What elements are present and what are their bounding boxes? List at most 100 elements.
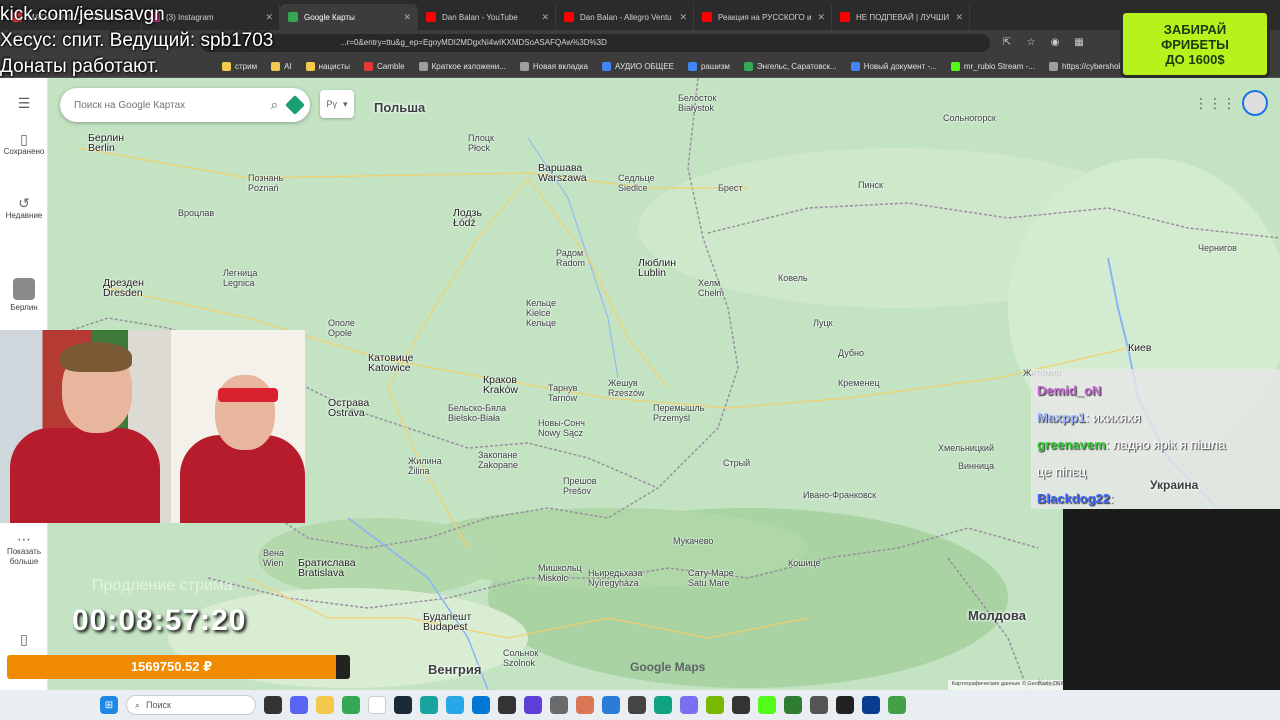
city-label[interactable]: Сольнок Szolnok (503, 648, 538, 668)
bookmark-item[interactable]: нацисты (305, 62, 350, 71)
bookmark-item[interactable]: Camble (364, 62, 405, 71)
language-dropdown[interactable]: Рү ▾ (320, 90, 354, 118)
city-label[interactable]: Легница Legnica (223, 268, 257, 288)
more-button[interactable]: ⋯ Показать больше (0, 532, 48, 567)
windows-start-icon[interactable]: ⊞ (100, 696, 118, 714)
city-label[interactable]: Луцк (813, 318, 833, 328)
app-icon[interactable] (628, 696, 646, 714)
notepad-icon[interactable] (368, 696, 386, 714)
app-icon[interactable] (862, 696, 880, 714)
city-label[interactable]: Острава Ostrava (328, 398, 369, 419)
close-icon[interactable]: ✕ (955, 12, 963, 23)
city-label[interactable]: Ополе Opole (328, 318, 355, 338)
city-label[interactable]: Ковель (778, 273, 808, 283)
city-label[interactable]: Кошице (788, 558, 821, 568)
folder-icon[interactable] (316, 696, 334, 714)
close-icon[interactable]: ✕ (403, 12, 411, 23)
mobile-button[interactable]: ▯ (0, 632, 48, 647)
city-label[interactable]: Бельско-Бяла Bielsko-Biała (448, 403, 506, 423)
city-label[interactable]: Тарнув Tarnów (548, 383, 577, 403)
account-avatar[interactable] (1242, 90, 1268, 116)
steam-icon[interactable] (394, 696, 412, 714)
terminal-icon[interactable] (498, 696, 516, 714)
close-icon[interactable]: ✕ (817, 12, 825, 23)
city-label[interactable]: Новы-Сонч Nowy Sącz (538, 418, 585, 438)
city-label[interactable]: Белосток Białystok (678, 93, 716, 113)
install-icon[interactable]: ⇱ (1000, 36, 1014, 50)
city-label[interactable]: Братислава Bratislava (298, 558, 356, 579)
city-label[interactable]: Перемышль Przemyśl (653, 403, 704, 423)
obs-icon[interactable] (732, 696, 750, 714)
city-label[interactable]: Ньиредьхаза Nyíregyháza (588, 568, 642, 588)
recent-berlin-button[interactable]: Берлин (0, 278, 48, 313)
app-icon[interactable] (810, 696, 828, 714)
city-label[interactable]: Кельце (526, 318, 556, 328)
city-label[interactable]: Будапешт Budapest (423, 612, 471, 633)
city-label[interactable]: Сольногорск (943, 113, 996, 123)
city-label[interactable]: Радом Radom (556, 248, 585, 268)
city-label[interactable]: Киев (1128, 343, 1151, 354)
city-label[interactable]: Мукачево (673, 536, 713, 546)
app-icon[interactable] (888, 696, 906, 714)
directions-icon[interactable] (285, 95, 305, 115)
browser-tab[interactable]: Реакция на РУССКОГО и ✕ (694, 4, 832, 30)
city-label[interactable]: Хелм Chełm (698, 278, 724, 298)
city-label[interactable]: Хмельницкий (938, 443, 994, 453)
bookmark-item[interactable]: Новая вкладка (519, 62, 588, 71)
puzzle-icon[interactable]: ▦ (1072, 36, 1086, 50)
chrome-icon[interactable] (342, 696, 360, 714)
bookmark-item[interactable]: Энгельс, Саратовск... (743, 62, 837, 71)
city-label[interactable]: Сату-Маре Satu Mare (688, 568, 734, 588)
app-icon[interactable] (784, 696, 802, 714)
city-label[interactable]: Чернигов (1198, 243, 1237, 253)
menu-button[interactable]: ☰ (0, 96, 48, 111)
taskbar-search[interactable]: ⌕ Поиск (126, 695, 256, 715)
bookmark-item[interactable]: рашизм (687, 62, 730, 71)
city-label[interactable]: Жешув Rzeszów (608, 378, 645, 398)
city-label[interactable]: Берлин Berlin (88, 133, 124, 154)
app-icon[interactable] (836, 696, 854, 714)
kick-icon[interactable] (758, 696, 776, 714)
bookmark-item[interactable]: Краткое изложени... (418, 62, 506, 71)
app-icon[interactable] (472, 696, 490, 714)
city-label[interactable]: Кельце Kielce (526, 298, 556, 318)
city-label[interactable]: Краков Kraków (483, 375, 518, 396)
recent-button[interactable]: ↺ Недавние (0, 196, 48, 221)
city-label[interactable]: Катовице Katowice (368, 353, 413, 374)
task-view-icon[interactable] (264, 696, 282, 714)
bookmark-item[interactable]: Новый документ -... (850, 62, 937, 71)
city-label[interactable]: Варшава Warszawa (538, 163, 587, 184)
apps-grid-icon[interactable]: ⋮⋮⋮ (1194, 95, 1236, 112)
bookmark-item[interactable]: mr_rubio Stream -... (950, 62, 1035, 71)
discord-icon[interactable] (290, 696, 308, 714)
city-label[interactable]: Познань Poznań (248, 173, 283, 193)
openai-icon[interactable] (654, 696, 672, 714)
close-icon[interactable]: ✕ (679, 12, 687, 23)
app-icon[interactable] (602, 696, 620, 714)
url-field[interactable]: ...r=0&entry=ttu&g_ep=EgoyMDI2MDgxNi4wIK… (200, 34, 990, 52)
promo-banner[interactable]: ЗАБИРАЙ ФРИБЕТЫ ДО 1600$ (1120, 10, 1270, 78)
edge-icon[interactable] (420, 696, 438, 714)
city-label[interactable]: Брест (718, 183, 743, 193)
claude-icon[interactable] (576, 696, 594, 714)
app-icon[interactable] (524, 696, 542, 714)
city-label[interactable]: Люблин Lublin (638, 258, 676, 279)
telegram-icon[interactable] (446, 696, 464, 714)
city-label[interactable]: Седльце Siedlce (618, 173, 655, 193)
city-label[interactable]: Дрезден Dresden (103, 278, 144, 299)
city-label[interactable]: Лодзь Łódź (453, 208, 482, 229)
search-icon[interactable]: ⌕ (271, 97, 278, 113)
city-label[interactable]: Плоцк Płock (468, 133, 494, 153)
city-label[interactable]: Кременец (838, 378, 880, 388)
extension-icon[interactable]: ◉ (1048, 36, 1062, 50)
city-label[interactable]: Винница (958, 461, 994, 471)
city-label[interactable]: Закопане Zakopane (478, 450, 518, 470)
app-icon[interactable] (680, 696, 698, 714)
city-label[interactable]: Прешов Prešov (563, 476, 597, 496)
bookmark-item[interactable]: АУДИО ОБЩЕЕ (602, 62, 674, 71)
bookmark-item[interactable]: AI (271, 62, 292, 71)
browser-tab[interactable]: Google Карты ✕ (280, 4, 418, 30)
city-label[interactable]: Дубно (838, 348, 864, 358)
saved-button[interactable]: ▯ Сохранено (0, 132, 48, 157)
city-label[interactable]: Ивано-Франковск (803, 490, 876, 500)
